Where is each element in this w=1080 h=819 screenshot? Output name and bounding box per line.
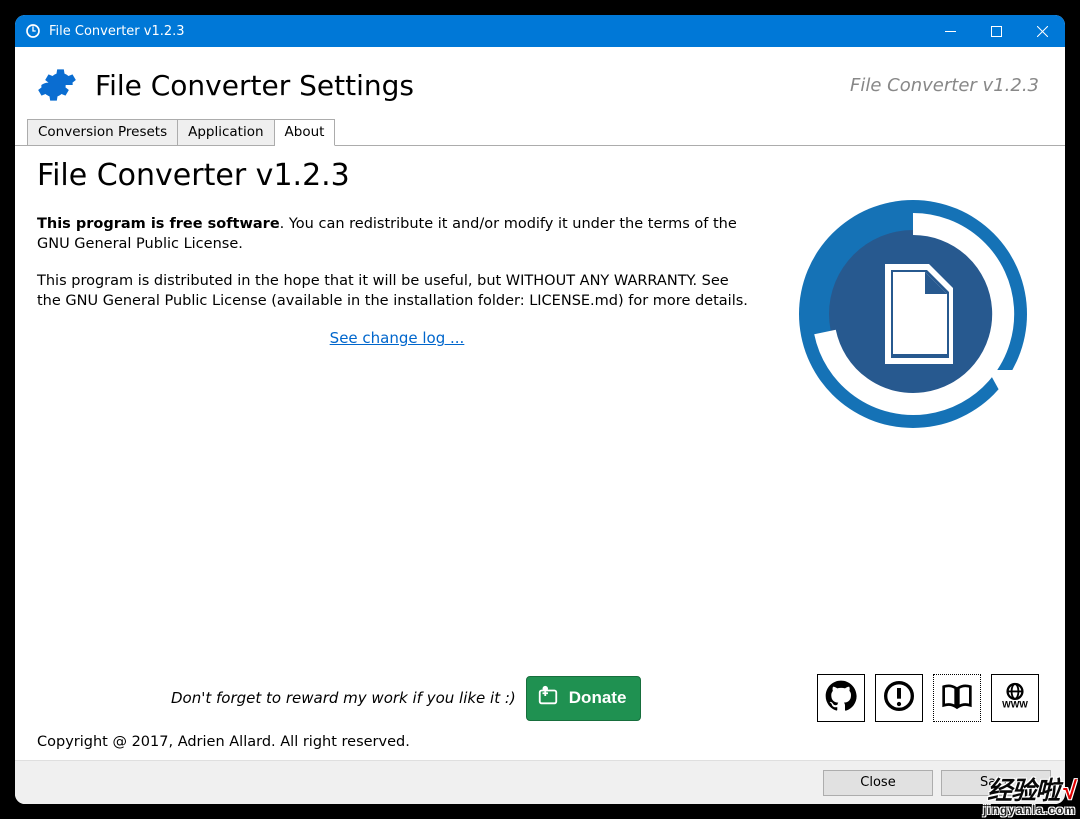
issues-link[interactable] [875, 674, 923, 722]
about-para-1-bold: This program is free software [37, 216, 280, 232]
donate-button-label: Donate [569, 688, 627, 708]
about-para-1: This program is free software. You can r… [37, 215, 757, 254]
book-open-icon [941, 680, 973, 716]
close-button[interactable]: Close [823, 770, 933, 796]
about-panel: File Converter v1.2.3 This program is fr… [15, 146, 1065, 760]
donate-button[interactable]: Donate [526, 676, 642, 721]
about-para-2: This program is distributed in the hope … [37, 272, 757, 311]
website-link[interactable]: WWW [991, 674, 1039, 722]
maximize-button[interactable] [973, 15, 1019, 47]
app-logo [793, 194, 1033, 434]
minimize-button[interactable] [927, 15, 973, 47]
www-globe-icon: WWW [999, 680, 1031, 716]
window-controls [927, 15, 1065, 47]
tab-about[interactable]: About [275, 119, 336, 146]
window-title: File Converter v1.2.3 [49, 24, 927, 39]
settings-header: File Converter Settings File Converter v… [15, 47, 1065, 115]
alert-circle-icon [883, 680, 915, 716]
donate-icon [537, 685, 569, 712]
github-link[interactable] [817, 674, 865, 722]
watermark-check-icon: √ [1063, 777, 1076, 805]
dialog-footer: Close Save [15, 760, 1065, 804]
changelog-link[interactable]: See change log ... [37, 329, 757, 347]
header-version: File Converter v1.2.3 [850, 75, 1039, 96]
documentation-link[interactable] [933, 674, 981, 722]
app-icon [25, 23, 41, 39]
copyright-text: Copyright @ 2017, Adrien Allard. All rig… [37, 734, 1043, 750]
watermark-url: jingyanla.com [983, 804, 1076, 816]
watermark: 经验啦√ jingyanla.com [983, 779, 1076, 816]
svg-text:WWW: WWW [1002, 699, 1028, 709]
app-window: File Converter v1.2.3 File Converter Set… [15, 15, 1065, 804]
donate-row: Don't forget to reward my work if you li… [37, 674, 1043, 722]
title-bar: File Converter v1.2.3 [15, 15, 1065, 47]
close-window-button[interactable] [1019, 15, 1065, 47]
donate-text: Don't forget to reward my work if you li… [171, 689, 516, 707]
page-title: File Converter Settings [95, 69, 850, 102]
tab-strip: Conversion Presets Application About [15, 119, 1065, 146]
gear-icon [37, 65, 77, 105]
tab-application[interactable]: Application [178, 119, 274, 145]
watermark-text: 经验啦 [987, 777, 1059, 805]
about-title: File Converter v1.2.3 [37, 158, 773, 193]
github-icon [825, 680, 857, 716]
tab-conversion-presets[interactable]: Conversion Presets [27, 119, 178, 145]
